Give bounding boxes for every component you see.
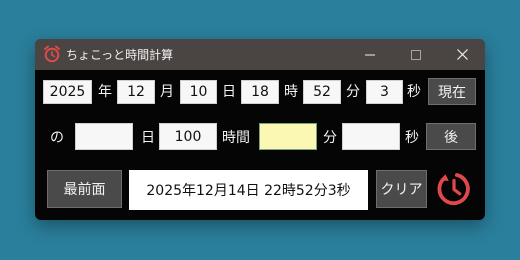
maximize-icon	[411, 49, 421, 60]
minute-input[interactable]: 52	[303, 80, 341, 104]
hours-label: 時間	[222, 130, 250, 146]
month-label: 月	[160, 84, 174, 100]
seconds-input[interactable]	[342, 123, 400, 150]
seconds-label: 秒	[405, 130, 419, 146]
days-label: 日	[141, 130, 155, 146]
window-title: ちょこっと時間計算	[66, 48, 174, 62]
title-bar[interactable]: ちょこっと時間計算	[35, 39, 485, 70]
year-label: 年	[98, 84, 112, 100]
alarm-clock-icon	[44, 45, 60, 63]
day-input[interactable]: 10	[180, 80, 217, 104]
year-input[interactable]: 2025	[43, 80, 92, 104]
hour-label: 時	[284, 84, 298, 100]
minimize-icon	[365, 54, 375, 55]
now-button[interactable]: 現在	[428, 78, 476, 105]
result-display: 2025年12月14日 22時52分3秒	[129, 170, 368, 210]
minimize-button[interactable]	[347, 39, 393, 70]
hours-input[interactable]: 100	[159, 123, 217, 150]
month-input[interactable]: 12	[117, 80, 155, 104]
of-label: の	[50, 130, 64, 146]
topmost-button[interactable]: 最前面	[47, 170, 122, 208]
minutes-label: 分	[323, 130, 337, 146]
hour-input[interactable]: 18	[241, 80, 279, 104]
days-input[interactable]	[75, 123, 133, 150]
maximize-button[interactable]	[393, 39, 439, 70]
minute-label: 分	[346, 84, 360, 100]
clock-rotate-icon[interactable]	[435, 170, 473, 208]
clear-button[interactable]: クリア	[376, 170, 427, 208]
day-label: 日	[222, 84, 236, 100]
minutes-input[interactable]	[259, 123, 317, 150]
app-window: ちょこっと時間計算 2025 年 12 月 10 日 18 時 52 分 3 秒…	[35, 39, 485, 220]
close-icon	[456, 49, 468, 60]
close-button[interactable]	[439, 39, 485, 70]
second-input[interactable]: 3	[366, 80, 403, 104]
after-button[interactable]: 後	[426, 123, 476, 150]
second-label: 秒	[407, 84, 421, 100]
